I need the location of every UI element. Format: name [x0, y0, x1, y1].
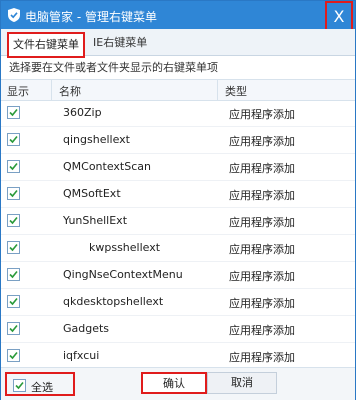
row-name: 360Zip [63, 106, 102, 119]
table-row[interactable]: qkdesktopshellext 应用程序添加 [1, 289, 355, 316]
table-body: 360Zip 应用程序添加 qingshellext 应用程序添加 QMContextS… [1, 100, 355, 365]
row-name: iqfxcui [63, 349, 100, 362]
row-name: kwpsshellext [89, 241, 161, 254]
row-checkbox[interactable] [7, 160, 20, 173]
column-divider [51, 80, 52, 100]
checkmark-icon [15, 381, 24, 390]
row-name: qkdesktopshellext [63, 295, 164, 308]
row-type: 应用程序添加 [229, 189, 295, 202]
table-row[interactable]: QingNseContextMenu 应用程序添加 [1, 262, 355, 289]
checkmark-icon [9, 270, 18, 279]
header-show: 显示 [7, 85, 29, 98]
checkmark-icon [9, 297, 18, 306]
row-checkbox[interactable] [7, 349, 20, 362]
row-checkbox[interactable] [7, 241, 20, 254]
footer-bar: 全选 确认 取消 [1, 367, 355, 400]
checkmark-icon [9, 162, 18, 171]
checkmark-icon [9, 108, 18, 117]
row-type: 应用程序添加 [229, 270, 295, 283]
window-title: 电脑管家 - 管理右键菜单 [25, 10, 157, 24]
tab-file-context-menu[interactable]: 文件右键菜单 [7, 32, 85, 58]
header-type: 类型 [225, 85, 247, 98]
row-checkbox[interactable] [7, 106, 20, 119]
table-row[interactable]: iqfxcui 应用程序添加 [1, 343, 355, 365]
menu-items-table: 显示 名称 类型 360Zip 应用程序添加 qingshellext 应用程序添加 Q… [1, 79, 355, 365]
shield-logo-icon [8, 8, 20, 22]
row-checkbox[interactable] [7, 322, 20, 335]
table-row[interactable]: qingshellext 应用程序添加 [1, 127, 355, 154]
title-bar: 电脑管家 - 管理右键菜单 X [1, 1, 355, 33]
row-type: 应用程序添加 [229, 162, 295, 175]
select-all-checkbox[interactable] [13, 379, 26, 392]
table-row[interactable]: kwpsshellext 应用程序添加 [1, 235, 355, 262]
row-checkbox[interactable] [7, 214, 20, 227]
checkmark-icon [9, 216, 18, 225]
row-type: 应用程序添加 [229, 135, 295, 148]
tab-ie-context-menu[interactable]: IE右键菜单 [89, 32, 151, 54]
row-type: 应用程序添加 [229, 351, 295, 364]
checkmark-icon [9, 189, 18, 198]
table-row[interactable]: Gadgets 应用程序添加 [1, 316, 355, 343]
row-type: 应用程序添加 [229, 297, 295, 310]
row-name: QMContextScan [63, 160, 151, 173]
confirm-button[interactable]: 确认 [141, 372, 207, 394]
row-name: QMSoftExt [63, 187, 121, 200]
column-divider [217, 80, 218, 100]
row-checkbox[interactable] [7, 187, 20, 200]
checkmark-icon [9, 135, 18, 144]
row-checkbox[interactable] [7, 295, 20, 308]
row-type: 应用程序添加 [229, 243, 295, 256]
close-icon: X [333, 7, 345, 26]
instruction-text: 选择要在文件或者文件夹显示的右键菜单项 [9, 61, 218, 74]
row-type: 应用程序添加 [229, 216, 295, 229]
context-menu-manager-window: 电脑管家 - 管理右键菜单 X 文件右键菜单 IE右键菜单 选择要在文件或者文件… [0, 0, 356, 400]
select-all-toggle[interactable]: 全选 [5, 372, 75, 396]
table-header: 显示 名称 类型 [1, 79, 355, 101]
checkmark-icon [9, 324, 18, 333]
checkmark-icon [9, 243, 18, 252]
row-type: 应用程序添加 [229, 324, 295, 337]
table-row[interactable]: QMSoftExt 应用程序添加 [1, 181, 355, 208]
row-checkbox[interactable] [7, 268, 20, 281]
row-type: 应用程序添加 [229, 108, 295, 121]
row-name: YunShellExt [63, 214, 128, 227]
tab-bar: 文件右键菜单 IE右键菜单 [1, 29, 355, 58]
cancel-button[interactable]: 取消 [207, 372, 277, 394]
row-name: Gadgets [63, 322, 110, 335]
table-row[interactable]: YunShellExt 应用程序添加 [1, 208, 355, 235]
row-checkbox[interactable] [7, 133, 20, 146]
select-all-label: 全选 [31, 381, 53, 394]
table-row[interactable]: 360Zip 应用程序添加 [1, 100, 355, 127]
row-name: QingNseContextMenu [63, 268, 183, 281]
checkmark-icon [9, 351, 18, 360]
table-row[interactable]: QMContextScan 应用程序添加 [1, 154, 355, 181]
header-name: 名称 [59, 85, 81, 98]
row-name: qingshellext [63, 133, 130, 146]
